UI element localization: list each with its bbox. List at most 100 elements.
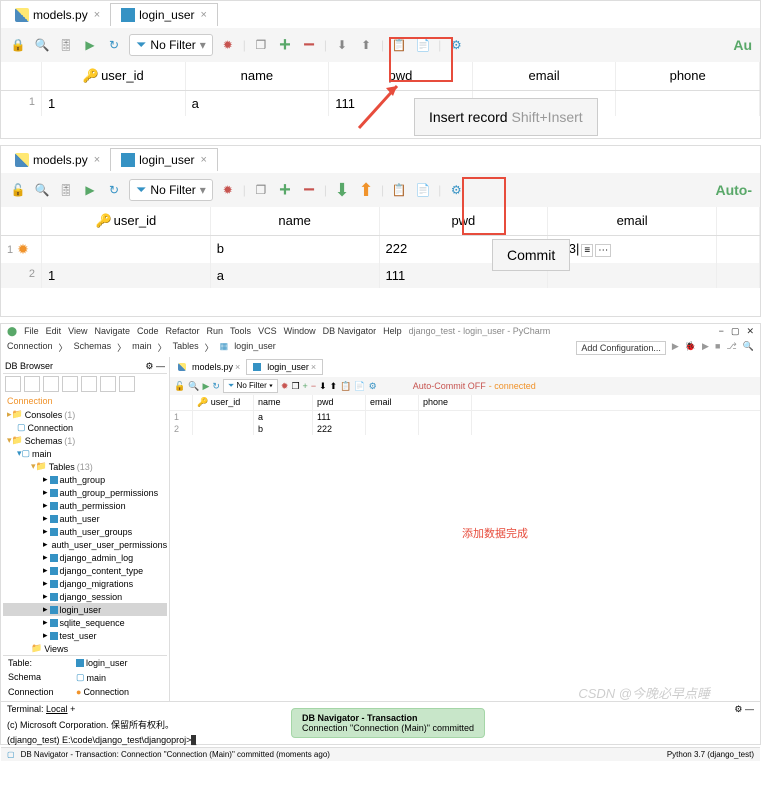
tree-table-item[interactable]: ▸ auth_group [3, 473, 167, 486]
copy-icon[interactable]: 📋 [390, 36, 408, 54]
settings-icon[interactable]: ⚙ [447, 36, 465, 54]
tool-icon[interactable] [5, 376, 21, 392]
lock-icon[interactable]: 🔓 [174, 381, 185, 392]
tree-table-item[interactable]: ▸ auth_user_groups [3, 525, 167, 538]
tree-consoles[interactable]: ▸📁 Consoles (1) [3, 408, 167, 421]
window-minimize[interactable]: − [719, 326, 724, 337]
col-name[interactable]: name [211, 207, 380, 235]
cell[interactable]: b [211, 236, 380, 263]
insert-record-button[interactable]: + [276, 181, 294, 199]
table-row[interactable]: 2 1 a 111 [1, 263, 760, 288]
tree-table-item[interactable]: ▸ auth_user_user_permissions [3, 538, 167, 551]
close-icon[interactable]: × [201, 9, 207, 21]
paste-icon[interactable]: 📄 [414, 181, 432, 199]
tab-models-py[interactable]: models.py × [5, 148, 110, 171]
insert-record-button[interactable]: + [276, 36, 294, 54]
tool-icon[interactable] [24, 376, 40, 392]
tab-login-user[interactable]: login_user× [246, 359, 323, 375]
menu-window[interactable]: Window [284, 326, 316, 337]
play-icon[interactable]: ▶ [81, 36, 99, 54]
crumb[interactable]: main [132, 341, 152, 355]
menu-navigate[interactable]: Navigate [94, 326, 130, 337]
menu-file[interactable]: File [24, 326, 39, 337]
status-python[interactable]: Python 3.7 (django_test) [667, 750, 754, 759]
paste-icon[interactable]: 📄 [414, 36, 432, 54]
cell[interactable]: a [186, 91, 330, 116]
cell[interactable]: a [211, 263, 380, 288]
tree-schemas[interactable]: ▾📁 Schemas (1) [3, 434, 167, 447]
settings-icon[interactable]: ⚙ [369, 381, 377, 392]
col-pwd[interactable]: pwd [380, 207, 549, 235]
search-everywhere-icon[interactable]: 🔍 [743, 341, 754, 355]
tree-table-item[interactable]: ▸ django_content_type [3, 564, 167, 577]
cell[interactable]: 1 [42, 91, 186, 116]
copy-icon[interactable]: 📋 [390, 181, 408, 199]
gear-icon[interactable]: ✹ [219, 181, 237, 199]
tool-icon[interactable] [81, 376, 97, 392]
col-email[interactable]: email [548, 207, 717, 235]
tree-table-item[interactable]: ▸ django_session [3, 590, 167, 603]
tree-table-item[interactable]: ▸ sqlite_sequence [3, 616, 167, 629]
menu-help[interactable]: Help [383, 326, 402, 337]
cell[interactable] [548, 263, 717, 288]
col-name[interactable]: name [254, 395, 313, 410]
terminal-add[interactable]: + [70, 704, 75, 714]
col-email[interactable]: email [366, 395, 419, 410]
terminal-body[interactable]: (c) Microsoft Corporation. 保留所有权利。 (djan… [1, 716, 760, 747]
cell[interactable] [42, 236, 211, 263]
cell[interactable]: 1 [42, 263, 211, 288]
tree-connection[interactable]: ▢ Connection [3, 421, 167, 434]
gear-icon[interactable]: ✹ [219, 36, 237, 54]
close-icon[interactable]: × [94, 154, 100, 166]
reload-icon[interactable]: ↻ [212, 381, 220, 392]
crumb[interactable]: Tables [173, 341, 199, 355]
record-insert-before-icon[interactable]: ❐ [252, 36, 270, 54]
commit-icon[interactable]: ⬇ [333, 36, 351, 54]
menu-edit[interactable]: Edit [46, 326, 62, 337]
tab-models-py[interactable]: models.py× [172, 359, 246, 375]
rollback-button[interactable]: ⬆ [357, 181, 375, 199]
tree-table-item[interactable]: ▸ django_admin_log [3, 551, 167, 564]
tab-models-py[interactable]: models.py × [5, 3, 110, 26]
reload-icon[interactable]: ↻ [105, 181, 123, 199]
table-row[interactable]: 2 b 222 [170, 423, 760, 435]
menu-code[interactable]: Code [137, 326, 159, 337]
insert-icon[interactable]: ❐ [291, 381, 299, 392]
terminal-local-tab[interactable]: Local [46, 704, 68, 714]
menu-dbnavigator[interactable]: DB Navigator [323, 326, 377, 337]
table-row[interactable]: 1✹ b 222 123|≡⋯ [1, 236, 760, 263]
menu-run[interactable]: Run [207, 326, 224, 337]
lock-icon[interactable]: 🔓 [9, 181, 27, 199]
col-email[interactable]: email [473, 62, 617, 90]
filter-dropdown[interactable]: ⏷ No Filter ▾ [129, 34, 213, 56]
connection-node[interactable]: Connection [3, 394, 167, 408]
tab-login-user[interactable]: login_user × [110, 148, 218, 171]
menu-tools[interactable]: Tools [230, 326, 251, 337]
cell-email-editing[interactable]: 123|≡⋯ [548, 236, 717, 263]
run-icon[interactable]: ▶ [672, 341, 679, 355]
debug-icon[interactable]: 🐞 [685, 341, 696, 355]
lock-icon[interactable]: 🔒 [9, 36, 27, 54]
crumb[interactable]: Connection [7, 341, 53, 355]
settings-icon[interactable]: ⚙ [447, 181, 465, 199]
col-phone[interactable]: phone [419, 395, 472, 410]
tool-icon[interactable] [119, 376, 135, 392]
plus-icon[interactable]: + [303, 381, 308, 391]
table-row[interactable]: 1 a 111 [170, 411, 760, 423]
cell[interactable] [616, 91, 760, 116]
table-row[interactable]: 1 1 a 111 [1, 91, 760, 116]
close-icon[interactable]: × [201, 154, 207, 166]
delete-record-button[interactable]: − [300, 181, 318, 199]
paste-icon[interactable]: 📄 [354, 381, 365, 392]
search-icon[interactable]: 🔍 [33, 181, 51, 199]
tree-table-item[interactable]: ▸ auth_group_permissions [3, 486, 167, 499]
copy-icon[interactable]: 📋 [340, 381, 351, 392]
commit-button[interactable]: ⬇ [333, 181, 351, 199]
delete-record-button[interactable]: − [300, 36, 318, 54]
config-icon[interactable]: 🎚 [57, 36, 75, 54]
gear-icon[interactable]: ✹ [281, 381, 289, 392]
col-user-id[interactable]: 🔑 user_id [193, 395, 254, 410]
cell-details-icon[interactable]: ≡ [581, 244, 593, 257]
tree-table-item-selected[interactable]: ▸ login_user [3, 603, 167, 616]
play-icon[interactable]: ▶ [81, 181, 99, 199]
